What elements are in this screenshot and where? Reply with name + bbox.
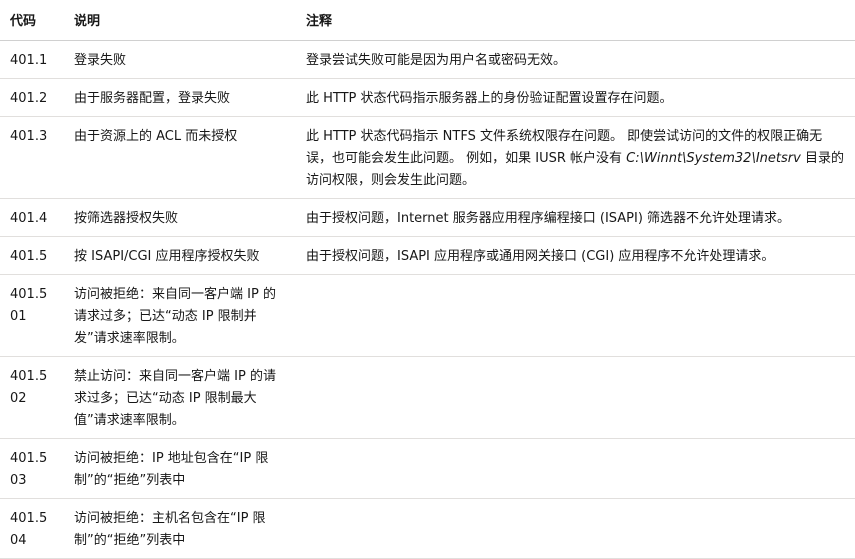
header-row: 代码 说明 注释 bbox=[0, 0, 855, 41]
cell-description: 禁止访问：来自同一客户端 IP 的请求过多；已达“动态 IP 限制最大值”请求速… bbox=[64, 356, 296, 439]
header-description: 说明 bbox=[64, 0, 296, 41]
cell-notes: 由于授权问题，Internet 服务器应用程序编程接口 (ISAPI) 筛选器不… bbox=[296, 198, 855, 237]
table-row: 401.3 由于资源上的 ACL 而未授权 此 HTTP 状态代码指示 NTFS… bbox=[0, 116, 855, 199]
cell-description: 由于服务器配置，登录失败 bbox=[64, 78, 296, 117]
cell-notes: 此 HTTP 状态代码指示服务器上的身份验证配置设置存在问题。 bbox=[296, 78, 855, 117]
cell-notes bbox=[296, 498, 855, 559]
cell-notes bbox=[296, 356, 855, 439]
cell-description: 访问被拒绝：IP 地址包含在“IP 限制”的“拒绝”列表中 bbox=[64, 438, 296, 499]
cell-description: 访问被拒绝：主机名包含在“IP 限制”的“拒绝”列表中 bbox=[64, 498, 296, 559]
header-code: 代码 bbox=[0, 0, 64, 41]
table-row: 401.2 由于服务器配置，登录失败 此 HTTP 状态代码指示服务器上的身份验… bbox=[0, 78, 855, 117]
table-row: 401.1 登录失败 登录尝试失败可能是因为用户名或密码无效。 bbox=[0, 40, 855, 79]
table-row: 401.4 按筛选器授权失败 由于授权问题，Internet 服务器应用程序编程… bbox=[0, 198, 855, 237]
notes-path: C:\Winnt\System32\Inetsrv bbox=[626, 150, 801, 166]
cell-notes: 登录尝试失败可能是因为用户名或密码无效。 bbox=[296, 40, 855, 79]
cell-description: 按筛选器授权失败 bbox=[64, 198, 296, 237]
table-row: 401.5 按 ISAPI/CGI 应用程序授权失败 由于授权问题，ISAPI … bbox=[0, 236, 855, 275]
table-row: 401.504 访问被拒绝：主机名包含在“IP 限制”的“拒绝”列表中 bbox=[0, 498, 855, 559]
cell-description: 由于资源上的 ACL 而未授权 bbox=[64, 116, 296, 199]
table-row: 401.503 访问被拒绝：IP 地址包含在“IP 限制”的“拒绝”列表中 bbox=[0, 438, 855, 499]
cell-code: 401.5 bbox=[0, 236, 64, 275]
cell-notes bbox=[296, 274, 855, 357]
cell-code: 401.2 bbox=[0, 78, 64, 117]
cell-notes: 由于授权问题，ISAPI 应用程序或通用网关接口 (CGI) 应用程序不允许处理… bbox=[296, 236, 855, 275]
cell-code: 401.501 bbox=[0, 274, 64, 357]
cell-code: 401.3 bbox=[0, 116, 64, 199]
table-row: 401.501 访问被拒绝：来自同一客户端 IP 的请求过多；已达“动态 IP … bbox=[0, 274, 855, 357]
table-header: 代码 说明 注释 bbox=[0, 0, 855, 41]
cell-code: 401.4 bbox=[0, 198, 64, 237]
cell-code: 401.1 bbox=[0, 40, 64, 79]
cell-description: 登录失败 bbox=[64, 40, 296, 79]
cell-code: 401.503 bbox=[0, 438, 64, 499]
status-code-table: 代码 说明 注释 401.1 登录失败 登录尝试失败可能是因为用户名或密码无效。… bbox=[0, 0, 855, 559]
cell-notes bbox=[296, 438, 855, 499]
cell-description: 访问被拒绝：来自同一客户端 IP 的请求过多；已达“动态 IP 限制并发”请求速… bbox=[64, 274, 296, 357]
cell-code: 401.502 bbox=[0, 356, 64, 439]
cell-code: 401.504 bbox=[0, 498, 64, 559]
header-notes: 注释 bbox=[296, 0, 855, 41]
table-row: 401.502 禁止访问：来自同一客户端 IP 的请求过多；已达“动态 IP 限… bbox=[0, 356, 855, 439]
cell-notes: 此 HTTP 状态代码指示 NTFS 文件系统权限存在问题。 即使尝试访问的文件… bbox=[296, 116, 855, 199]
table-body: 401.1 登录失败 登录尝试失败可能是因为用户名或密码无效。 401.2 由于… bbox=[0, 40, 855, 559]
cell-description: 按 ISAPI/CGI 应用程序授权失败 bbox=[64, 236, 296, 275]
